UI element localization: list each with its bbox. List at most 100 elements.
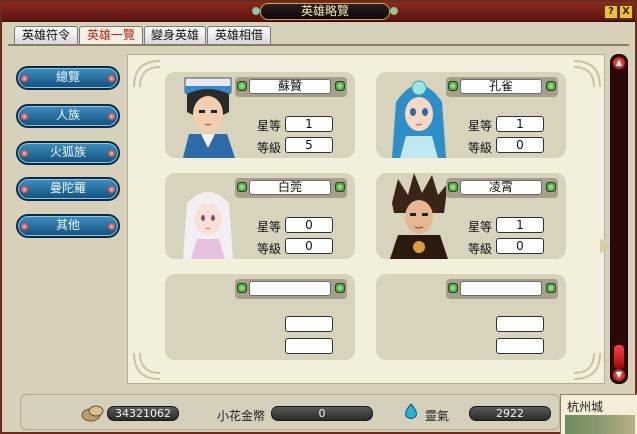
tab-hero-list[interactable]: 英雄一覽 <box>79 26 143 45</box>
hero-card[interactable]: 白莞 星等 0 等級 0 <box>165 173 355 259</box>
name-bar: 孔雀 <box>446 77 558 97</box>
empty-hero-card[interactable] <box>376 274 566 360</box>
nav-mandala[interactable]: 曼陀羅 <box>16 177 120 201</box>
hero-card[interactable]: 凌霄 星等 1 等級 0 <box>376 173 566 259</box>
nav-label: 曼陀羅 <box>49 181 86 195</box>
stud-icon <box>237 81 247 91</box>
stud-icon <box>335 283 345 293</box>
level-value: 5 <box>285 137 333 153</box>
portrait-icon-lingxiao <box>390 173 448 259</box>
corner-ornament-icon <box>573 352 601 380</box>
hero-card[interactable]: 蘇贊 星等 1 等級 5 <box>165 72 355 158</box>
stud-icon <box>21 186 28 193</box>
nav-firefox[interactable]: 火狐族 <box>16 141 120 165</box>
currency-bar: 34321062 小花金幣 0 靈氣 2922 <box>20 394 560 430</box>
nav-label: 總覽 <box>55 70 80 84</box>
star-label: 星等 <box>468 220 493 234</box>
star-label: 星等 <box>468 119 493 133</box>
nav-human[interactable]: 人族 <box>16 104 120 128</box>
level-label: 等級 <box>257 141 282 155</box>
corner-ornament-icon <box>573 60 601 88</box>
tab-divider <box>8 44 629 46</box>
minimap-title: 杭州城 <box>567 400 604 414</box>
hero-grid: 蘇贊 星等 1 等級 5 孔雀 星等 1 等級 0 白莞 星等 0 等級 0 凌… <box>127 54 605 384</box>
minimap[interactable]: 杭州城 <box>560 394 637 434</box>
hero-name: 孔雀 <box>460 79 542 94</box>
gold-coins-icon <box>81 405 104 422</box>
scroll-thumb[interactable] <box>614 345 624 369</box>
name-bar: 蘇贊 <box>235 77 347 97</box>
level-value <box>496 338 544 354</box>
stud-icon <box>108 75 115 82</box>
tab-hero-borrow[interactable]: 英雄相借 <box>207 26 271 44</box>
tab-hero-token[interactable]: 英雄符令 <box>14 26 78 44</box>
star-label: 星等 <box>257 220 282 234</box>
nav-other[interactable]: 其他 <box>16 214 120 238</box>
stud-icon <box>108 150 115 157</box>
stud-icon <box>21 113 28 120</box>
stud-icon <box>448 81 458 91</box>
star-value <box>285 316 333 332</box>
stud-icon <box>546 182 556 192</box>
level-label: 等級 <box>257 242 282 256</box>
title-ornament-icon <box>252 7 260 15</box>
stud-icon <box>448 283 458 293</box>
stud-icon <box>237 182 247 192</box>
tab-transform-hero[interactable]: 變身英雄 <box>144 26 206 44</box>
stud-icon <box>108 186 115 193</box>
page-arrow-icon[interactable] <box>600 238 610 254</box>
stud-icon <box>108 113 115 120</box>
scroll-down-button[interactable]: ▼ <box>612 368 626 382</box>
level-label: 等級 <box>468 141 493 155</box>
star-value: 0 <box>285 217 333 233</box>
stud-icon <box>546 283 556 293</box>
stud-icon <box>546 81 556 91</box>
stud-icon <box>21 75 28 82</box>
scrollbar[interactable]: ▲ ▼ <box>610 54 628 384</box>
title-bar[interactable]: 英雄略覽 ? X <box>2 2 635 22</box>
star-value: 1 <box>285 116 333 132</box>
title-ornament-icon <box>390 7 398 15</box>
name-bar <box>446 279 558 299</box>
hero-name <box>460 281 542 296</box>
level-label: 等級 <box>468 242 493 256</box>
star-label: 星等 <box>257 119 282 133</box>
spirit-label: 靈氣 <box>425 409 450 423</box>
star-value <box>496 316 544 332</box>
nav-label: 人族 <box>55 108 80 122</box>
stud-icon <box>335 182 345 192</box>
star-value: 1 <box>496 116 544 132</box>
nav-label: 火狐族 <box>49 145 86 159</box>
hero-card[interactable]: 孔雀 星等 1 等級 0 <box>376 72 566 158</box>
hero-name: 白莞 <box>249 180 331 195</box>
name-bar: 白莞 <box>235 178 347 198</box>
spirit-orb-icon <box>405 403 417 419</box>
window-title: 英雄略覽 <box>260 3 390 20</box>
nav-label: 其他 <box>55 218 80 232</box>
level-value: 0 <box>496 137 544 153</box>
stud-icon <box>335 81 345 91</box>
name-bar <box>235 279 347 299</box>
stud-icon <box>237 283 247 293</box>
hero-name <box>249 281 331 296</box>
spirit-amount: 2922 <box>469 406 551 421</box>
close-button[interactable]: X <box>619 5 633 19</box>
scroll-up-button[interactable]: ▲ <box>612 56 626 70</box>
level-value <box>285 338 333 354</box>
star-value: 1 <box>496 217 544 233</box>
stud-icon <box>21 150 28 157</box>
name-bar: 凌霄 <box>446 178 558 198</box>
flower-coin-label: 小花金幣 <box>217 409 266 423</box>
minimap-map[interactable] <box>565 415 635 434</box>
hero-window: 英雄略覽 ? X 英雄符令 英雄一覽 變身英雄 英雄相借 總覽 人族 火狐族 曼… <box>0 0 637 434</box>
help-button[interactable]: ? <box>604 5 618 19</box>
stud-icon <box>21 223 28 230</box>
hero-name: 凌霄 <box>460 180 542 195</box>
gold-amount: 34321062 <box>107 406 179 421</box>
portrait-icon-suzan <box>183 77 235 158</box>
nav-overview[interactable]: 總覽 <box>16 66 120 90</box>
portrait-icon-baiwan <box>183 192 233 259</box>
flower-coin-amount: 0 <box>271 406 373 421</box>
level-value: 0 <box>496 238 544 254</box>
empty-hero-card[interactable] <box>165 274 355 360</box>
